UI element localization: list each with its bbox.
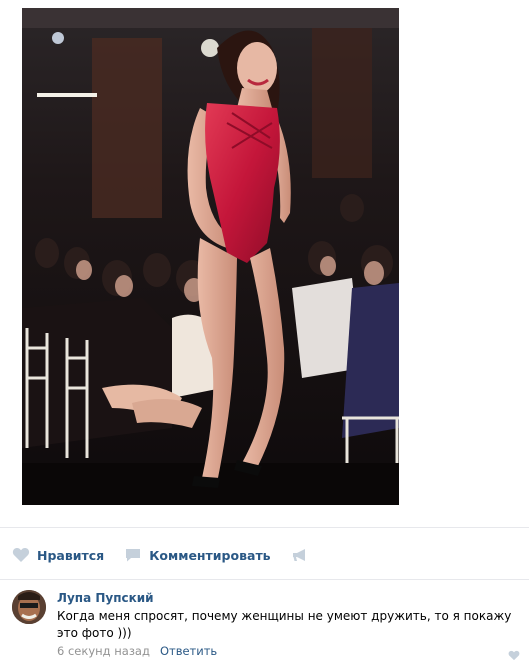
like-button[interactable]: Нравится: [12, 547, 104, 563]
post-photo[interactable]: [22, 8, 399, 505]
comment-meta: 6 секунд назад Ответить: [57, 644, 217, 658]
speech-bubble-icon: [124, 547, 142, 563]
comment-button[interactable]: Комментировать: [124, 547, 271, 563]
comment-time[interactable]: 6 секунд назад: [57, 644, 150, 658]
avatar[interactable]: [12, 590, 46, 624]
like-label: Нравится: [37, 547, 105, 563]
megaphone-icon: [291, 547, 309, 563]
heart-icon: [12, 547, 30, 563]
comment-label: Комментировать: [149, 547, 271, 563]
divider: [0, 527, 529, 528]
divider: [0, 579, 529, 580]
comment-text: Когда меня спросят, почему женщины не ум…: [57, 609, 512, 640]
comment-author[interactable]: Лупа Пупский: [57, 591, 154, 605]
share-button[interactable]: [291, 547, 316, 563]
runway-photo-image: [22, 8, 399, 505]
comment-item: Лупа Пупский Когда меня спросят, почему …: [12, 588, 522, 661]
heart-icon[interactable]: [508, 646, 520, 661]
post-card: Нравится Комментировать Лупа Пупский Ког…: [0, 0, 529, 672]
reply-button[interactable]: Ответить: [160, 644, 217, 658]
post-actions-bar: Нравится Комментировать: [12, 541, 336, 569]
